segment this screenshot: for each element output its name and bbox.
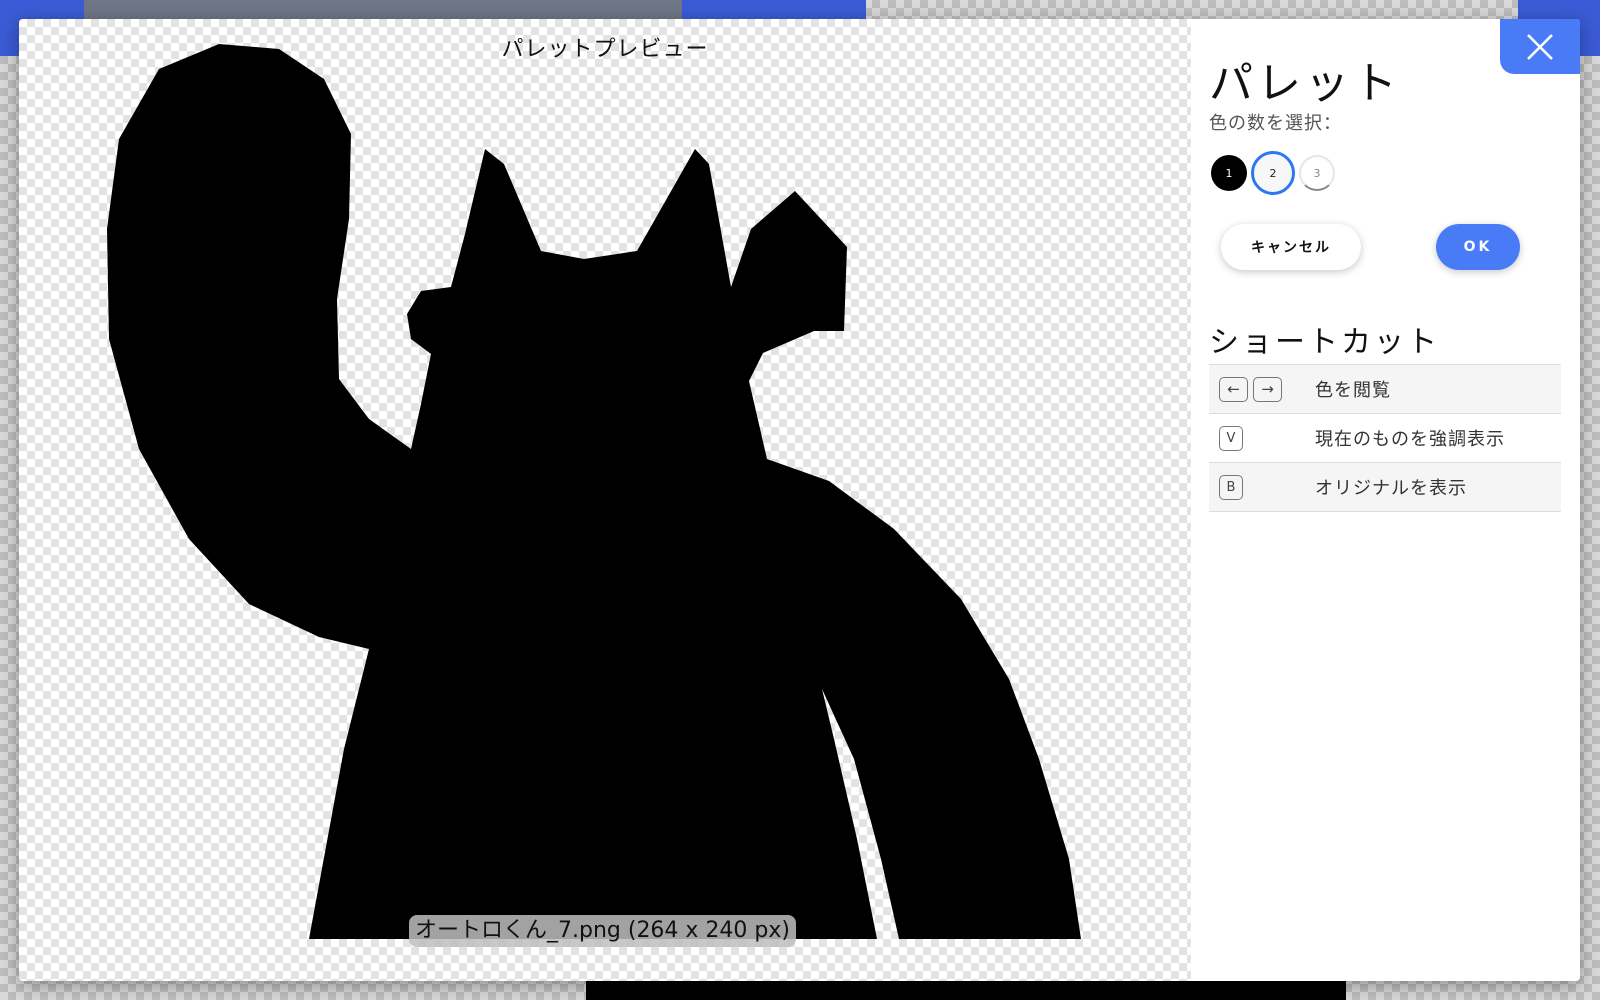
close-icon bbox=[1527, 33, 1553, 60]
shortcuts-table: ← → 色を閲覧 V 現在のものを強調表示 B オリジナルを表示 bbox=[1209, 364, 1561, 512]
v-key: V bbox=[1219, 425, 1243, 451]
shortcut-keys: ← → bbox=[1209, 376, 1315, 402]
file-caption: オートロくん_7.png (264 x 240 px) bbox=[409, 915, 796, 947]
shortcut-description: オリジナルを表示 bbox=[1315, 478, 1467, 499]
b-key: B bbox=[1219, 474, 1243, 500]
color-count-option-3[interactable]: 3 bbox=[1299, 155, 1335, 191]
close-button[interactable] bbox=[1500, 19, 1580, 74]
shortcut-keys: V bbox=[1209, 425, 1315, 451]
shortcut-description: 現在のものを強調表示 bbox=[1315, 429, 1505, 450]
shortcut-keys: B bbox=[1209, 474, 1315, 500]
shortcuts-title: ショートカット bbox=[1209, 325, 1440, 360]
cancel-button[interactable]: キャンセル bbox=[1221, 224, 1361, 270]
color-count-label: 色の数を選択： bbox=[1209, 113, 1342, 134]
shortcut-description: 色を閲覧 bbox=[1315, 380, 1391, 401]
color-count-option-2[interactable]: 2 bbox=[1251, 151, 1295, 195]
left-arrow-key: ← bbox=[1219, 376, 1248, 402]
palette-dialog: パレットプレビュー オートロくん_7.png (264 x 240 px) パレ… bbox=[19, 19, 1580, 981]
preview-image bbox=[107, 44, 1081, 939]
ok-button[interactable]: OK bbox=[1436, 224, 1520, 270]
color-count-option-1[interactable]: 1 bbox=[1211, 155, 1247, 191]
background-canvas-shape bbox=[586, 978, 1346, 1000]
palette-title: パレット bbox=[1209, 58, 1401, 109]
palette-sidebar: パレット 色の数を選択： 1 2 3 キャンセル OK ショートカット ← → … bbox=[1191, 19, 1580, 981]
shortcut-row: ← → 色を閲覧 bbox=[1209, 365, 1561, 414]
shortcut-row: V 現在のものを強調表示 bbox=[1209, 414, 1561, 463]
shortcut-row: B オリジナルを表示 bbox=[1209, 463, 1561, 512]
palette-preview-pane: パレットプレビュー オートロくん_7.png (264 x 240 px) bbox=[19, 19, 1191, 981]
right-arrow-key: → bbox=[1253, 376, 1282, 402]
preview-title: パレットプレビュー bbox=[501, 37, 709, 62]
